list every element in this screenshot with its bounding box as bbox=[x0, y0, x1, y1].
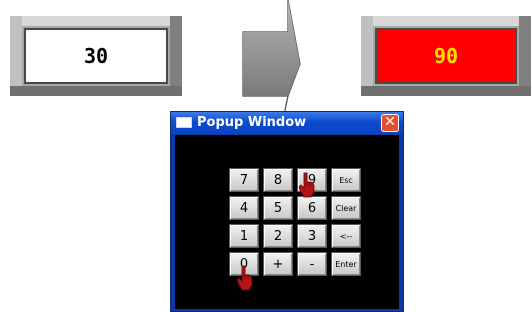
input-display-value: 30 bbox=[24, 28, 168, 84]
key-clear-button[interactable]: Clear bbox=[331, 196, 361, 220]
key-7-button[interactable]: 7 bbox=[229, 168, 259, 192]
window-title: Popup Window bbox=[197, 115, 307, 130]
key-minus-button[interactable]: - bbox=[297, 252, 327, 276]
key-4-button[interactable]: 4 bbox=[229, 196, 259, 220]
key-backspace-button[interactable]: <-- bbox=[331, 224, 361, 248]
key-esc-button[interactable]: Esc bbox=[331, 168, 361, 192]
key-plus-button[interactable]: + bbox=[263, 252, 293, 276]
arrow-right-icon bbox=[242, 0, 301, 115]
hand-pointer-icon bbox=[298, 172, 315, 198]
input-display-box[interactable]: 30 bbox=[10, 16, 182, 96]
close-button[interactable]: ✕ bbox=[381, 114, 399, 132]
title-bar[interactable]: Popup Window ✕ bbox=[171, 112, 403, 134]
output-display-box[interactable]: 90 bbox=[361, 16, 531, 96]
popup-window: Popup Window ✕ 7 8 9 Esc 4 5 6 Clear 1 2 3 <-- 0 + - En… bbox=[170, 111, 404, 312]
output-display-value: 90 bbox=[375, 28, 517, 84]
key-6-button[interactable]: 6 bbox=[297, 196, 327, 220]
hand-pointer-icon bbox=[236, 265, 253, 291]
key-8-button[interactable]: 8 bbox=[263, 168, 293, 192]
key-3-button[interactable]: 3 bbox=[297, 224, 327, 248]
key-2-button[interactable]: 2 bbox=[263, 224, 293, 248]
window-icon bbox=[176, 117, 192, 128]
key-5-button[interactable]: 5 bbox=[263, 196, 293, 220]
keypad-panel: 7 8 9 Esc 4 5 6 Clear 1 2 3 <-- 0 + - Enter bbox=[175, 135, 399, 309]
close-icon: ✕ bbox=[384, 114, 396, 130]
key-enter-button[interactable]: Enter bbox=[331, 252, 361, 276]
key-1-button[interactable]: 1 bbox=[229, 224, 259, 248]
